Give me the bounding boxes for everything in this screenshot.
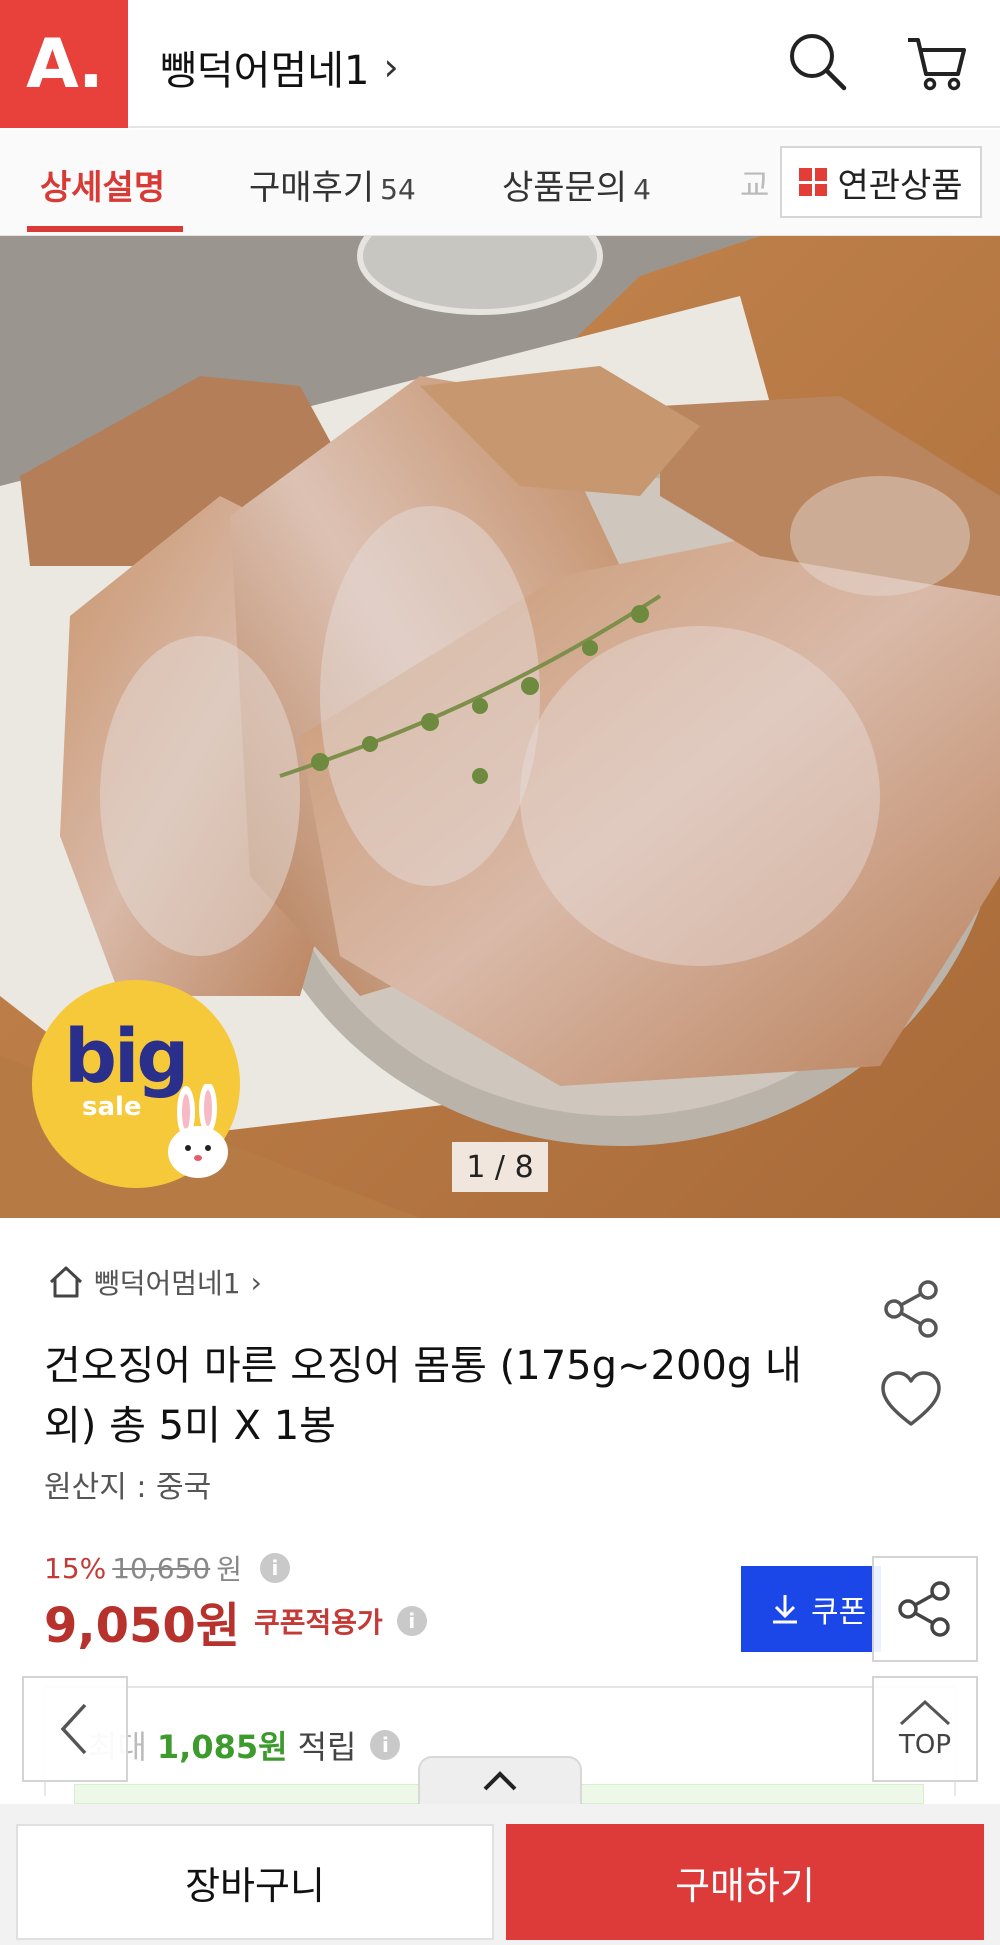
scroll-top-button[interactable]: TOP (872, 1676, 978, 1782)
tab-reviews[interactable]: 구매후기 54 (249, 160, 416, 209)
chevron-left-icon (60, 1703, 87, 1755)
tab-inquiries-count: 4 (633, 173, 651, 206)
breadcrumb-shop-name: 뺑덕어멈네1 (94, 1267, 241, 1300)
bottom-action-bar: 장바구니 구매하기 (0, 1804, 1000, 1945)
rabbit-icon (168, 1084, 228, 1178)
image-counter: 1 / 8 (452, 1142, 548, 1192)
chevron-right-icon: › (250, 1265, 262, 1299)
shop-breadcrumb[interactable]: 뺑덕어멈네1 › (48, 1262, 262, 1302)
expand-panel-handle[interactable] (418, 1756, 582, 1804)
back-button[interactable] (22, 1676, 128, 1782)
original-price: 10,650 (112, 1551, 211, 1585)
tab-description[interactable]: 상세설명 (40, 160, 165, 209)
coupon-download-button[interactable]: 쿠폰 (741, 1566, 881, 1652)
sale-price-row: 9,050원 쿠폰적용가 i (44, 1586, 427, 1656)
product-origin: 원산지 : 중국 (44, 1470, 212, 1505)
coupon-price-label: 쿠폰적용가 (254, 1606, 383, 1639)
share-icon (898, 1581, 950, 1637)
download-icon (773, 1595, 797, 1624)
shop-name: 뺑덕어멈네1 (160, 48, 370, 94)
home-icon (49, 1266, 83, 1298)
sale-price: 9,050원 (44, 1598, 240, 1654)
info-icon[interactable]: i (259, 1553, 290, 1583)
points-info: 최대 1,085원 적립 i (88, 1722, 401, 1768)
chevron-right-icon: › (383, 45, 399, 89)
grid-icon (799, 168, 828, 196)
big-sale-badge: big sale (32, 980, 240, 1188)
tab-description-label: 상세설명 (40, 168, 166, 208)
home-logo[interactable]: A. (0, 0, 128, 128)
related-products-button[interactable]: 연관상품 (780, 146, 982, 218)
floating-share-button[interactable] (872, 1556, 978, 1662)
top-label: TOP (898, 1730, 952, 1760)
badge-sale-text: sale (82, 1092, 142, 1122)
coupon-button-label: 쿠폰 (811, 1595, 867, 1630)
tab-reviews-count: 54 (380, 173, 416, 206)
points-suffix: 적립 (297, 1728, 357, 1766)
related-products-label: 연관상품 (837, 165, 963, 206)
chevron-up-icon (483, 1771, 517, 1791)
buy-now-label: 구매하기 (675, 1863, 815, 1908)
search-icon[interactable] (786, 30, 850, 94)
discount-percent: 15% (44, 1551, 107, 1585)
original-price-row: 15% 10,650 원 i (44, 1548, 290, 1588)
info-icon[interactable]: i (370, 1730, 401, 1760)
cart-icon[interactable] (904, 30, 968, 94)
tab-partial[interactable]: 교 (740, 160, 769, 206)
chevron-up-icon (899, 1699, 951, 1726)
original-price-unit: 원 (216, 1553, 242, 1586)
share-icon[interactable] (880, 1278, 942, 1340)
buy-now-button[interactable]: 구매하기 (506, 1824, 984, 1940)
heart-icon[interactable] (880, 1370, 942, 1428)
product-title: 건오징어 마른 오징어 몸통 (175g~200g 내외) 총 5미 X 1봉 (44, 1343, 802, 1449)
shop-title-link[interactable]: 뺑덕어멈네1 › (160, 38, 399, 96)
add-to-cart-label: 장바구니 (185, 1863, 325, 1908)
tab-inquiries-label: 상품문의 (502, 168, 628, 208)
active-tab-indicator (27, 226, 183, 232)
tab-reviews-label: 구매후기 (249, 168, 375, 208)
info-icon[interactable]: i (396, 1606, 427, 1636)
add-to-cart-button[interactable]: 장바구니 (16, 1824, 494, 1940)
logo-text: A. (26, 24, 104, 104)
points-amount: 1,085원 (156, 1728, 288, 1766)
tab-inquiries[interactable]: 상품문의 4 (502, 160, 651, 209)
app-header: A. 뺑덕어멈네1 › (0, 0, 1000, 128)
